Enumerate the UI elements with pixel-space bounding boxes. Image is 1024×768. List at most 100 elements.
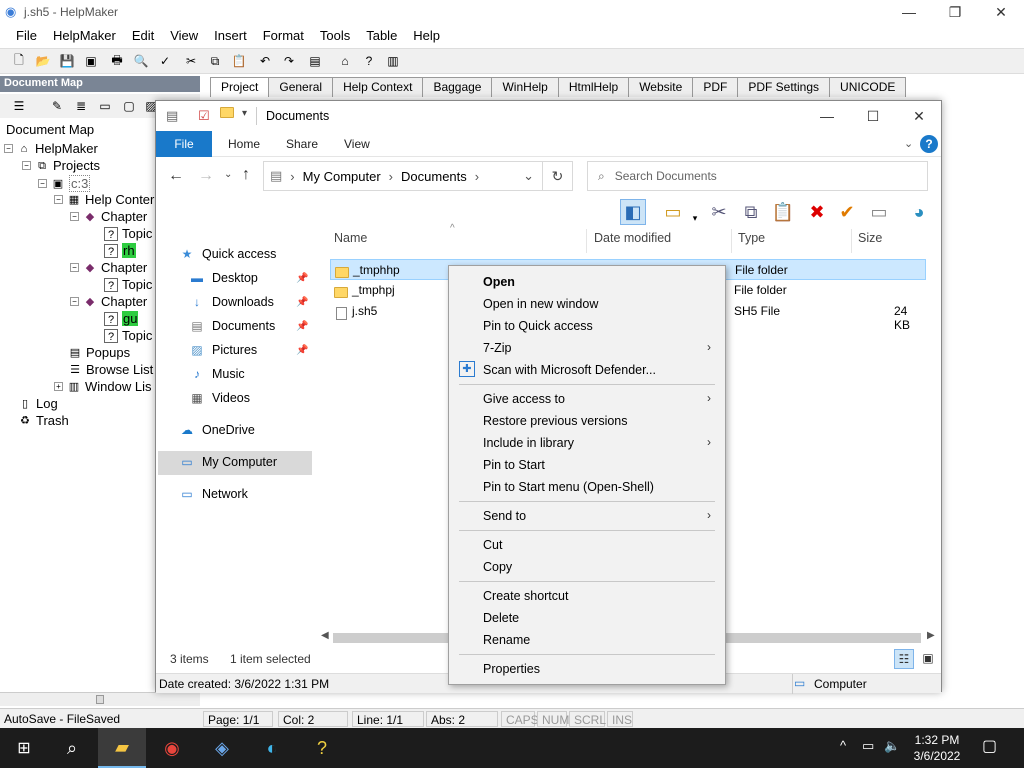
tree-node-topic[interactable]: ? Topic: [104, 226, 152, 241]
checkbox-icon[interactable]: ☑: [198, 108, 210, 124]
tree-node-project[interactable]: − ▣ c:3: [38, 175, 91, 192]
scrollbar-track-visible[interactable]: [725, 633, 921, 643]
minimize-button[interactable]: —: [886, 0, 932, 24]
copy-icon[interactable]: ⧉: [206, 52, 224, 70]
tree-node-rh[interactable]: ? rh: [104, 243, 136, 258]
nav-videos[interactable]: ▦ Videos: [190, 391, 250, 405]
paste-icon[interactable]: 📋: [230, 52, 248, 70]
nav-quick-access[interactable]: ★ Quick access: [180, 247, 277, 261]
properties-icon[interactable]: ▤: [306, 52, 324, 70]
menu-format[interactable]: Format: [255, 25, 312, 47]
collapse-icon[interactable]: −: [70, 212, 79, 221]
menu-item-copy[interactable]: Copy: [483, 560, 512, 574]
search-button[interactable]: ⌕: [48, 728, 96, 768]
pin-icon[interactable]: 📌: [296, 273, 308, 284]
clock[interactable]: 1:32 PM 3/6/2022: [902, 732, 972, 764]
tree-node-topic[interactable]: ? Topic: [104, 277, 152, 292]
add-topic-icon[interactable]: ☰: [10, 97, 28, 115]
column-separator[interactable]: [586, 229, 587, 253]
tree-node-trash[interactable]: ♻ Trash: [18, 413, 69, 428]
network-icon[interactable]: ▭: [862, 738, 874, 754]
taskbar-file-explorer[interactable]: ▰: [98, 728, 146, 768]
collapse-icon[interactable]: −: [70, 297, 79, 306]
open-icon[interactable]: 📂: [34, 52, 52, 70]
menu-file[interactable]: File: [8, 25, 45, 47]
ribbon-expand-icon[interactable]: ⌄: [904, 137, 913, 150]
taskbar-helpmaker[interactable]: ?: [298, 728, 346, 768]
volume-icon[interactable]: 🔈: [884, 738, 900, 754]
notification-icon[interactable]: ▢: [982, 736, 997, 756]
menu-item-open[interactable]: Open: [483, 275, 515, 289]
minimize-button[interactable]: —: [804, 103, 850, 129]
list-icon[interactable]: ≣: [72, 97, 90, 115]
menu-item-7zip[interactable]: 7-Zip: [483, 341, 511, 355]
navigation-pane-icon[interactable]: ◧: [620, 199, 646, 225]
column-header-date[interactable]: Date modified: [594, 231, 671, 245]
column-separator[interactable]: [851, 229, 852, 253]
tab-general[interactable]: General: [268, 77, 334, 97]
menu-helpmaker[interactable]: HelpMaker: [45, 25, 124, 47]
menu-item-create-shortcut[interactable]: Create shortcut: [483, 589, 568, 603]
up-icon[interactable]: ↑: [242, 166, 250, 184]
tab-share[interactable]: Share: [286, 137, 318, 151]
scroll-left-icon[interactable]: ◀: [321, 630, 329, 641]
tree-node-popups[interactable]: ▤ Popups: [68, 345, 130, 360]
large-icons-view-icon[interactable]: ▣: [918, 649, 938, 669]
print-preview-icon[interactable]: 🔍: [132, 52, 150, 70]
column-header-name[interactable]: Name: [334, 231, 367, 245]
recent-locations-icon[interactable]: ⌄: [224, 169, 232, 180]
tab-htmlhelp[interactable]: HtmlHelp: [557, 77, 630, 97]
close-button[interactable]: ✕: [978, 0, 1024, 24]
compile-icon[interactable]: ⌂: [336, 52, 354, 70]
menu-item-restore-versions[interactable]: Restore previous versions: [483, 414, 628, 428]
scroll-right-icon[interactable]: ▶: [927, 630, 935, 641]
address-dropdown-icon[interactable]: ⌄: [523, 168, 534, 184]
tab-view[interactable]: View: [344, 137, 370, 151]
print-icon[interactable]: 🖶: [108, 52, 126, 70]
cut-icon[interactable]: ✂: [182, 52, 200, 70]
menu-table[interactable]: Table: [358, 25, 405, 47]
nav-documents[interactable]: ▤ Documents: [190, 319, 275, 333]
properties-check-icon[interactable]: ✔: [834, 199, 860, 225]
page-icon[interactable]: ▭: [96, 97, 114, 115]
refresh-button[interactable]: ↻: [543, 161, 573, 191]
scrollbar-thumb[interactable]: [96, 695, 104, 704]
tree-node-gu[interactable]: ? gu: [104, 311, 139, 326]
tree-node-browse-list[interactable]: ☰ Browse List: [68, 362, 153, 377]
nav-desktop[interactable]: ▬ Desktop: [190, 271, 258, 285]
close-button[interactable]: ✕: [896, 103, 942, 129]
tree-node-chapter[interactable]: − ◆ Chapter: [70, 294, 147, 309]
undo-icon[interactable]: ↶: [256, 52, 274, 70]
folder-icon[interactable]: [220, 107, 234, 121]
nav-my-computer[interactable]: ▭ My Computer: [180, 455, 277, 469]
collapse-icon[interactable]: −: [70, 263, 79, 272]
menu-edit[interactable]: Edit: [124, 25, 162, 47]
help-icon[interactable]: ?: [360, 52, 378, 70]
save-icon[interactable]: 💾: [58, 52, 76, 70]
tab-home[interactable]: Home: [228, 137, 260, 151]
tree-node-chapter[interactable]: − ◆ Chapter: [70, 260, 147, 275]
save-all-icon[interactable]: ▣: [82, 52, 100, 70]
expand-icon[interactable]: +: [54, 382, 63, 391]
collapse-icon[interactable]: −: [22, 161, 31, 170]
tree-node-help-contents[interactable]: − ▦ Help Conter: [54, 192, 154, 207]
tree-node-window-list[interactable]: + ▥ Window Lis: [54, 379, 151, 394]
menu-item-delete[interactable]: Delete: [483, 611, 519, 625]
restore-button[interactable]: ❐: [932, 0, 978, 24]
tree-node-log[interactable]: ▯ Log: [18, 396, 58, 411]
help-icon[interactable]: ?: [920, 135, 938, 153]
tab-unicode[interactable]: UNICODE: [829, 77, 907, 97]
taskbar-app[interactable]: ◈: [198, 728, 246, 768]
menu-item-include-library[interactable]: Include in library: [483, 436, 574, 450]
menu-help[interactable]: Help: [405, 25, 448, 47]
start-button[interactable]: ⊞: [0, 728, 48, 768]
taskbar-edge[interactable]: ◐: [248, 728, 296, 768]
show-hidden-icons-icon[interactable]: ^: [840, 738, 846, 753]
redo-icon[interactable]: ↷: [280, 52, 298, 70]
tree-node-chapter[interactable]: − ◆ Chapter: [70, 209, 147, 224]
nav-network[interactable]: ▭ Network: [180, 487, 248, 501]
breadcrumb-documents[interactable]: Documents: [401, 169, 467, 184]
collapse-icon[interactable]: −: [4, 144, 13, 153]
collapse-icon[interactable]: −: [38, 179, 47, 188]
menu-item-properties[interactable]: Properties: [483, 662, 540, 676]
